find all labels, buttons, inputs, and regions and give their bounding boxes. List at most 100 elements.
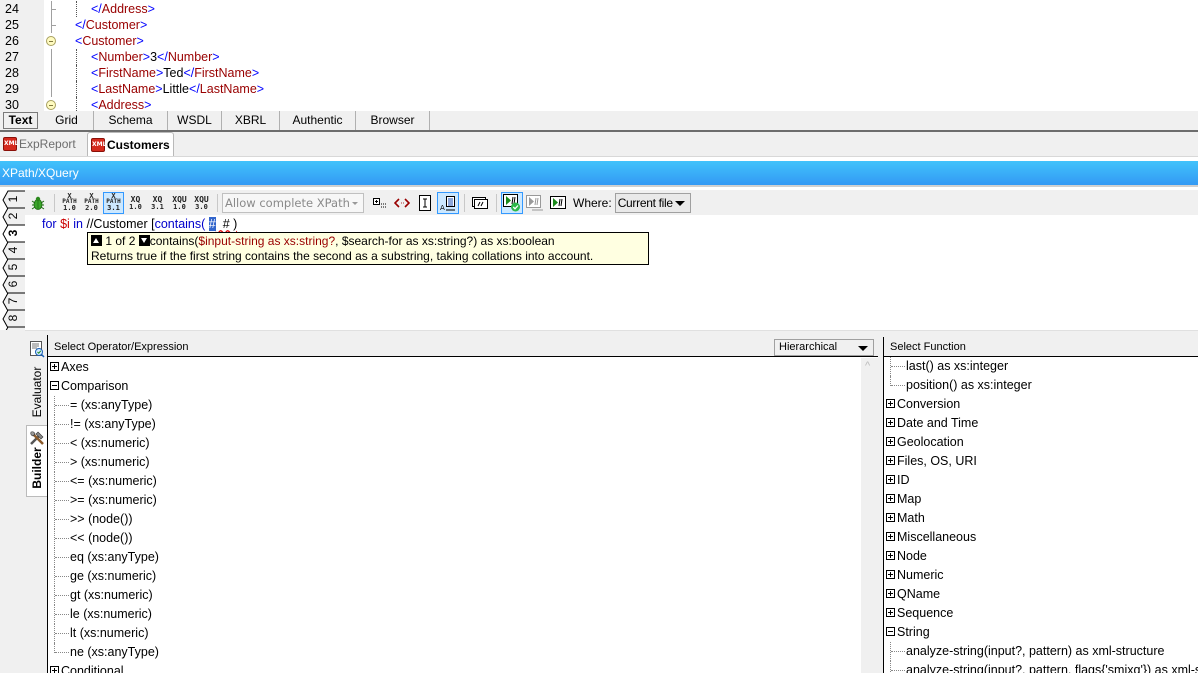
- doc-tab-expreport[interactable]: XML ExpReport: [0, 132, 84, 156]
- tree-item-label: lt (xs:numeric): [70, 626, 149, 640]
- version-button-xq31[interactable]: XQ 3.1: [147, 192, 168, 214]
- xpath-mode-select[interactable]: Allow complete XPath: [222, 192, 364, 213]
- tab-number: 8: [6, 314, 20, 322]
- expand-icon[interactable]: [886, 399, 895, 408]
- expand-icon[interactable]: [886, 456, 895, 465]
- signature-description: Returns true if the first string contain…: [91, 249, 594, 263]
- view-tab-grid[interactable]: Grid: [40, 111, 94, 130]
- numbered-tab-6[interactable]: 6: [2, 275, 25, 295]
- tag-bracket: >: [256, 82, 265, 96]
- element-name: LastName: [98, 82, 156, 96]
- expand-icon[interactable]: [886, 532, 895, 541]
- version-button-path31[interactable]: X PATH 3.1: [103, 191, 124, 214]
- run-on-change-button[interactable]: [501, 191, 523, 214]
- xpath-toolbar: X PATH 1.0 X PATH 2.0 X PATH 3.1 XQ 1.0 XQ 3.1 XQU 1.0…: [25, 190, 1198, 215]
- run-button[interactable]: [547, 192, 569, 214]
- element-value: 3: [150, 50, 158, 64]
- show-structure-button[interactable]: [370, 192, 390, 214]
- debug-button[interactable]: [27, 192, 49, 214]
- view-tab-browser[interactable]: Browser: [356, 111, 430, 130]
- where-select[interactable]: Current file: [614, 192, 691, 213]
- fold-line: [51, 49, 52, 65]
- xml-text-editor[interactable]: 24 </Address> 25 </Customer> 26 <Customer> 27 <…: [0, 0, 1198, 113]
- tab-number: 5: [6, 263, 20, 271]
- numbered-tab-1[interactable]: 1: [2, 190, 25, 210]
- close-paren: ): [229, 217, 238, 231]
- version-button-path20[interactable]: X PATH 2.0: [81, 192, 102, 214]
- tree-line: [55, 424, 69, 425]
- tag-bracket: >: [142, 50, 151, 64]
- expand-icon[interactable]: [886, 418, 895, 427]
- tree-item-label: gt (xs:numeric): [70, 588, 153, 602]
- numbered-tab-7[interactable]: 7: [2, 292, 25, 312]
- code-text: <Customer>: [75, 33, 144, 49]
- version-button-xqu10[interactable]: XQU 1.0: [169, 192, 190, 214]
- fold-line: [51, 25, 56, 26]
- tree-item-label: Node: [897, 549, 927, 563]
- view-mode-select[interactable]: Hierarchical: [774, 339, 874, 356]
- numbered-tab-5[interactable]: 5: [2, 258, 25, 278]
- view-tab-wsdl[interactable]: WSDL: [168, 111, 222, 130]
- tree-line: [55, 462, 69, 463]
- tree-item-label: Miscellaneous: [897, 530, 977, 544]
- expand-icon[interactable]: [886, 494, 895, 503]
- tree-item-label: eq (xs:anyType): [70, 550, 159, 564]
- next-overload-icon[interactable]: [138, 235, 150, 246]
- tree-item-label: ge (xs:numeric): [70, 569, 157, 583]
- expand-icon[interactable]: [886, 551, 895, 560]
- run-step-button[interactable]: [524, 192, 546, 214]
- tree-item-label: QName: [897, 587, 941, 601]
- tab-evaluator[interactable]: Evaluator: [26, 361, 47, 423]
- tree-line: [890, 661, 891, 673]
- numbered-tab-8[interactable]: 8: [2, 309, 25, 329]
- separator: [464, 193, 465, 212]
- numbered-tab-3[interactable]: 3: [2, 224, 25, 244]
- text-cursor-button[interactable]: [414, 192, 436, 214]
- expand-icon[interactable]: [50, 666, 59, 673]
- fold-toggle-icon[interactable]: [46, 100, 56, 110]
- tag-bracket: </: [183, 66, 195, 80]
- doc-tab-customers[interactable]: XML Customers: [87, 132, 174, 156]
- code-line: 25 </Customer>: [0, 17, 1198, 33]
- view-tab-authentic[interactable]: Authentic: [280, 111, 356, 130]
- code-brackets-icon: [394, 197, 410, 208]
- expand-icon[interactable]: [886, 608, 895, 617]
- expand-icon[interactable]: [886, 513, 895, 522]
- result-window-button[interactable]: [469, 192, 491, 214]
- toggle-tags-button[interactable]: [391, 192, 413, 214]
- view-tab-text[interactable]: Text: [3, 112, 38, 129]
- version-button-xqu30[interactable]: XQU 3.0: [191, 192, 212, 214]
- tag-bracket: >: [139, 18, 148, 32]
- fold-toggle-icon[interactable]: [46, 36, 56, 46]
- fold-line: [51, 9, 56, 10]
- previous-overload-icon[interactable]: [91, 235, 102, 246]
- view-tab-xbrl[interactable]: XBRL: [222, 111, 280, 130]
- view-tab-schema[interactable]: Schema: [94, 111, 168, 130]
- run-icon: [550, 195, 566, 209]
- tree-line: [55, 538, 69, 539]
- expand-icon[interactable]: [886, 570, 895, 579]
- expand-icon[interactable]: [886, 437, 895, 446]
- expand-icon[interactable]: [50, 362, 59, 371]
- expand-icon[interactable]: [886, 475, 895, 484]
- xpath-expression-editor[interactable]: for $i in //Customer [contains( # # ) 1 …: [25, 215, 1198, 328]
- tree-item-label: Date and Time: [897, 416, 979, 430]
- version-button-xq10[interactable]: XQ 1.0: [125, 192, 146, 214]
- expand-icon[interactable]: [886, 589, 895, 598]
- tab-number: 1: [6, 195, 20, 203]
- tree-item-label: >> (node()): [70, 512, 133, 526]
- placeholder-selected[interactable]: #: [208, 217, 216, 231]
- numbered-tab-4[interactable]: 4: [2, 241, 25, 261]
- tree-line: [55, 614, 69, 615]
- collapse-icon[interactable]: [50, 381, 59, 390]
- collapse-icon[interactable]: [886, 627, 895, 636]
- where-label: Where:: [573, 195, 612, 210]
- divider: [0, 156, 1198, 157]
- format-button[interactable]: A: [437, 191, 459, 214]
- numbered-tab-2[interactable]: 2: [2, 207, 25, 227]
- function-panel: Select Function last() as xs:integer posi…: [883, 337, 1198, 673]
- placeholder[interactable]: #: [223, 217, 230, 231]
- tab-builder[interactable]: Builder: [26, 425, 47, 497]
- version-button-path10[interactable]: X PATH 1.0: [59, 192, 80, 214]
- vertical-scrollbar[interactable]: [861, 358, 878, 673]
